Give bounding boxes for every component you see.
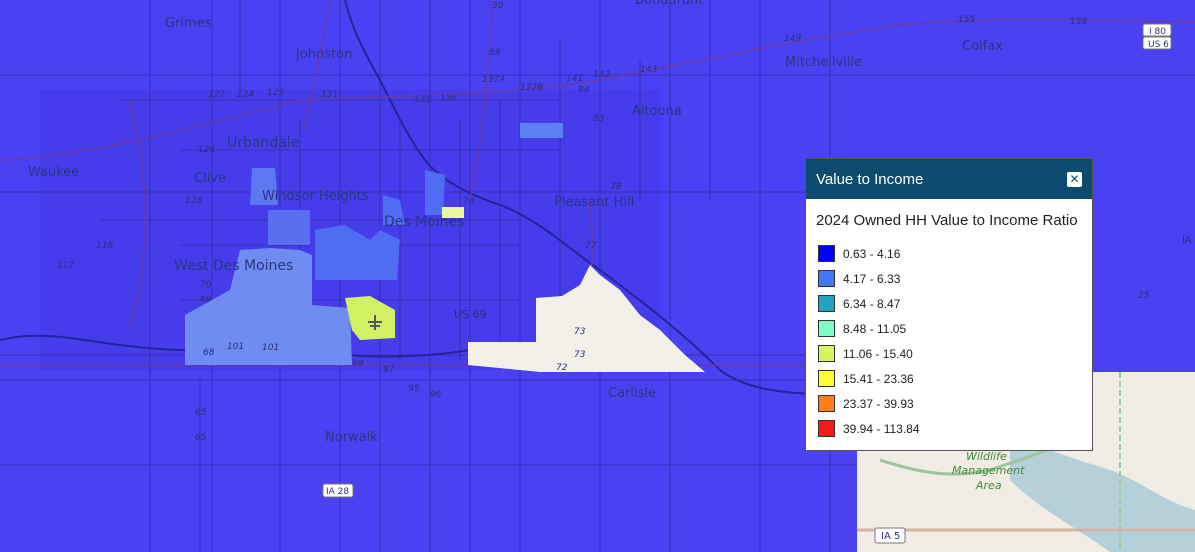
road-label-78: 78 — [463, 197, 475, 207]
place-label-carlisle: Carlisle — [608, 386, 656, 401]
road-label-143: 143 — [640, 65, 657, 75]
legend-item: 0.63 - 4.16 — [806, 241, 1092, 266]
road-label-79: 79 — [610, 182, 622, 192]
legend-item-label: 23.37 - 39.93 — [843, 396, 914, 411]
legend-item: 11.06 - 15.40 — [806, 341, 1092, 366]
road-label-70: 70 — [200, 280, 212, 290]
place-label-pleasant-hill: Pleasant Hill — [554, 195, 634, 210]
road-label-131: 131 — [321, 90, 338, 100]
road-label-137b: 137B — [520, 83, 543, 93]
road-label-101b: 101 — [262, 343, 279, 353]
road-label-65b: 65 — [195, 433, 207, 443]
place-label-des-moines: Des Moines — [384, 214, 464, 230]
place-label-west-des-moines: West Des Moines — [174, 258, 293, 274]
road-label-73b: 73 — [574, 350, 586, 360]
legend-item-label: 11.06 - 15.40 — [843, 346, 913, 361]
road-label-118: 118 — [96, 241, 113, 251]
place-label-urbandale: Urbandale — [227, 135, 299, 151]
close-icon[interactable]: ✕ — [1067, 171, 1082, 187]
road-label-126: 126 — [198, 145, 215, 155]
road-shield-i80: I 80 — [1142, 23, 1172, 37]
road-label-141: 141 — [566, 74, 583, 84]
svg-text:IA 5: IA 5 — [881, 531, 900, 542]
legend-subtitle: 2024 Owned HH Value to Income Ratio — [816, 212, 1078, 229]
road-label-96: 96 — [430, 390, 442, 400]
svg-text:US 6: US 6 — [1148, 40, 1169, 50]
road-label-128: 128 — [185, 196, 202, 206]
legend-swatch — [818, 245, 835, 262]
legend-item: 6.34 - 8.47 — [806, 291, 1092, 316]
place-label-bondurant: Bondurant — [635, 0, 703, 8]
road-label-117: 117 — [57, 261, 74, 271]
road-shield-ia5: IA 5 — [874, 527, 906, 544]
legend-swatch — [818, 395, 835, 412]
road-label-84: 84 — [578, 85, 590, 95]
place-label-waukee: Waukee — [28, 165, 79, 180]
legend-item: 8.48 - 11.05 — [806, 316, 1092, 341]
road-label-149: 149 — [784, 34, 801, 44]
place-label-altoona: Altoona — [632, 104, 682, 119]
legend-swatch — [818, 320, 835, 337]
road-label-101a: 101 — [227, 342, 244, 352]
legend-item-label: 0.63 - 4.16 — [843, 246, 901, 261]
legend-item-label: 6.34 - 8.47 — [843, 296, 901, 311]
road-label-129: 129 — [267, 88, 284, 98]
road-label-30: 30 — [492, 1, 504, 11]
road-label-25: 25 — [1138, 291, 1150, 301]
road-label-136: 136 — [440, 94, 457, 104]
legend-swatch — [818, 295, 835, 312]
road-label-ia-edge: IA — [1182, 235, 1192, 246]
svg-text:IA 28: IA 28 — [326, 487, 349, 497]
road-label-155: 155 — [958, 15, 975, 25]
legend-item-label: 8.48 - 11.05 — [843, 321, 907, 336]
road-label-124: 124 — [237, 90, 254, 100]
road-label-127: 127 — [208, 90, 225, 100]
place-label-mitchellville: Mitchellville — [785, 55, 862, 70]
road-label-72: 72 — [556, 363, 568, 373]
road-label-73a: 73 — [574, 327, 586, 337]
road-label-65a: 65 — [195, 408, 207, 418]
legend-swatch — [818, 420, 835, 437]
legend-item-label: 39.94 - 113.84 — [843, 421, 920, 436]
legend-item-label: 15.41 - 23.36 — [843, 371, 914, 386]
place-label-area: Area — [975, 479, 1002, 492]
legend-item-label: 4.17 - 6.33 — [843, 271, 901, 286]
road-label-83: 83 — [593, 114, 605, 124]
road-label-95: 95 — [408, 384, 420, 394]
road-label-135: 135 — [414, 95, 431, 105]
legend-title: Value to Income — [816, 170, 924, 188]
place-label-management: Management — [952, 464, 1025, 477]
road-label-99: 99 — [352, 359, 364, 369]
place-label-colfax: Colfax — [962, 39, 1003, 54]
road-label-159: 159 — [1070, 17, 1087, 27]
legend-swatch — [818, 370, 835, 387]
road-label-89: 89 — [489, 48, 501, 58]
road-label-97: 97 — [383, 365, 395, 375]
road-shield-ia28: IA 28 — [322, 483, 354, 498]
legend-item: 4.17 - 6.33 — [806, 266, 1092, 291]
road-shield-us6: US 6 — [1142, 36, 1172, 50]
road-label-69: 69 — [200, 295, 212, 305]
legend-swatch — [818, 270, 835, 287]
place-label-grimes: Grimes — [165, 16, 212, 31]
road-label-us69: US 69 — [454, 308, 487, 321]
road-label-77: 77 — [585, 241, 597, 251]
svg-text:I 80: I 80 — [1149, 27, 1166, 37]
legend-panel: Value to Income ✕ 2024 Owned HH Value to… — [805, 158, 1093, 451]
place-label-clive: Clive — [194, 171, 226, 186]
place-label-johnston: Johnston — [295, 47, 352, 62]
road-label-68: 68 — [203, 348, 215, 358]
place-label-wildlife: Wildlife — [966, 450, 1007, 463]
legend-item: 39.94 - 113.84 — [806, 416, 1092, 441]
place-label-windsor-heights: Windsor Heights — [262, 189, 369, 204]
legend-header: Value to Income ✕ — [806, 159, 1092, 199]
road-label-137a: 137A — [482, 75, 505, 85]
road-label-142: 142 — [593, 70, 610, 80]
legend-items: 0.63 - 4.16 4.17 - 6.33 6.34 - 8.47 8.48 - … — [806, 241, 1092, 441]
legend-item: 23.37 - 39.93 — [806, 391, 1092, 416]
place-label-norwalk: Norwalk — [325, 430, 378, 445]
legend-item: 15.41 - 23.36 — [806, 366, 1092, 391]
legend-swatch — [818, 345, 835, 362]
